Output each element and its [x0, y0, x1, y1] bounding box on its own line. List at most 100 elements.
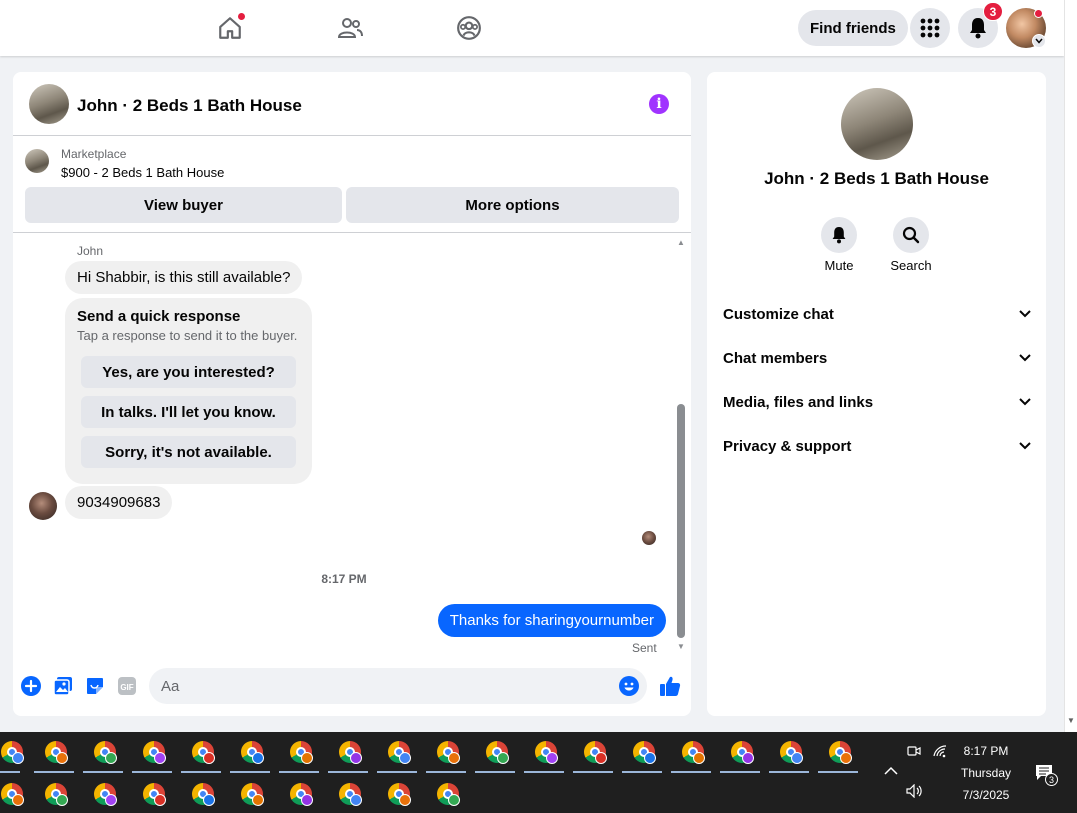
- taskbar-chrome-profile-icon[interactable]: [93, 782, 117, 806]
- chevron-down-icon: [1019, 442, 1031, 450]
- taskbar-chrome-profile-icon[interactable]: [387, 740, 411, 764]
- taskbar-chrome-profile-icon[interactable]: [583, 740, 607, 764]
- top-navigation-bar: Find friends 3: [0, 0, 1064, 56]
- account-chevron-icon[interactable]: [1032, 34, 1046, 48]
- taskbar-chrome-profile-icon[interactable]: [289, 740, 313, 764]
- taskbar-running-indicator: [181, 771, 221, 773]
- chat-title[interactable]: John · 2 Beds 1 Bath House: [77, 96, 302, 116]
- search-icon: [893, 217, 929, 253]
- taskbar-chrome-profile-icon[interactable]: [93, 740, 117, 764]
- quick-response-yes-button[interactable]: Yes, are you interested?: [81, 356, 296, 388]
- customize-chat-section[interactable]: Customize chat: [723, 300, 1031, 328]
- tray-overflow-chevron-icon[interactable]: [884, 762, 898, 780]
- taskbar-chrome-profile-icon[interactable]: [828, 740, 852, 764]
- read-receipt-avatar: [642, 531, 656, 545]
- taskbar-chrome-profile-icon[interactable]: [730, 740, 754, 764]
- taskbar-chrome-profile-icon[interactable]: [142, 782, 166, 806]
- view-buyer-button[interactable]: View buyer: [25, 187, 342, 223]
- camera-icon[interactable]: [907, 744, 921, 763]
- outgoing-message: Thanks for sharingyournumber: [437, 604, 666, 637]
- taskbar-running-indicator: [818, 771, 858, 773]
- photo-icon[interactable]: [53, 676, 73, 696]
- window-scroll-down-icon[interactable]: ▼: [1067, 716, 1075, 725]
- taskbar-chrome-profile-icon[interactable]: [240, 782, 264, 806]
- taskbar-running-indicator: [0, 771, 20, 773]
- taskbar-chrome-profile-icon[interactable]: [779, 740, 803, 764]
- taskbar-running-indicator: [83, 771, 123, 773]
- chat-avatar[interactable]: [29, 84, 69, 124]
- taskbar-running-indicator: [328, 771, 368, 773]
- quick-response-in-talks-button[interactable]: In talks. I'll let you know.: [81, 396, 296, 428]
- clock-day[interactable]: Thursday: [955, 766, 1017, 780]
- taskbar-chrome-profile-icon[interactable]: [436, 740, 460, 764]
- taskbar-chrome-profile-icon[interactable]: [0, 740, 24, 764]
- groups-icon[interactable]: [455, 14, 483, 42]
- notification-center-icon[interactable]: 3: [1035, 764, 1058, 787]
- clock-time[interactable]: 8:17 PM: [955, 744, 1017, 758]
- taskbar-chrome-profile-icon[interactable]: [387, 782, 411, 806]
- taskbar-chrome-profile-icon[interactable]: [240, 740, 264, 764]
- taskbar-chrome-profile-icon[interactable]: [44, 782, 68, 806]
- svg-text:GIF: GIF: [120, 683, 133, 692]
- taskbar-chrome-profile-icon[interactable]: [338, 740, 362, 764]
- taskbar-chrome-profile-icon[interactable]: [0, 782, 24, 806]
- taskbar-running-indicator: [426, 771, 466, 773]
- sender-avatar[interactable]: [29, 492, 57, 520]
- home-icon[interactable]: [216, 12, 246, 42]
- message-input[interactable]: [149, 668, 647, 704]
- marketplace-label: Marketplace: [61, 147, 127, 161]
- taskbar-chrome-profile-icon[interactable]: [191, 740, 215, 764]
- taskbar-running-indicator: [377, 771, 417, 773]
- scroll-up-icon[interactable]: ▲: [677, 238, 685, 247]
- taskbar-running-indicator: [769, 771, 809, 773]
- emoji-icon[interactable]: [619, 676, 639, 696]
- media-files-links-section[interactable]: Media, files and links: [723, 388, 1031, 416]
- find-friends-button[interactable]: Find friends: [798, 10, 908, 46]
- plus-icon[interactable]: [21, 676, 41, 696]
- taskbar-chrome-profile-icon[interactable]: [681, 740, 705, 764]
- taskbar-chrome-profile-icon[interactable]: [191, 782, 215, 806]
- taskbar-chrome-profile-icon[interactable]: [142, 740, 166, 764]
- taskbar: 8:17 PM Thursday 7/3/2025 3: [0, 732, 1077, 813]
- taskbar-chrome-profile-icon[interactable]: [485, 740, 509, 764]
- privacy-support-section[interactable]: Privacy & support: [723, 432, 1031, 460]
- like-icon[interactable]: [658, 674, 682, 698]
- friends-icon[interactable]: [336, 14, 364, 42]
- taskbar-chrome-profile-icon[interactable]: [44, 740, 68, 764]
- chevron-down-icon: [1019, 398, 1031, 406]
- incoming-number-message: 9034909683: [65, 486, 173, 519]
- taskbar-chrome-profile-icon[interactable]: [289, 782, 313, 806]
- volume-icon[interactable]: [906, 783, 924, 803]
- account-notification-dot: [1034, 9, 1043, 18]
- section-label: Customize chat: [723, 305, 834, 323]
- taskbar-chrome-profile-icon[interactable]: [436, 782, 460, 806]
- sent-status: Sent: [632, 641, 657, 655]
- home-notification-dot: [237, 12, 246, 21]
- info-icon[interactable]: i: [649, 94, 669, 114]
- taskbar-running-indicator: [573, 771, 613, 773]
- more-options-button[interactable]: More options: [346, 187, 679, 223]
- menu-grid-button[interactable]: [910, 8, 950, 48]
- sticker-icon[interactable]: [85, 676, 105, 696]
- taskbar-chrome-profile-icon[interactable]: [534, 740, 558, 764]
- wifi-icon[interactable]: [932, 744, 948, 763]
- clock-date[interactable]: 7/3/2025: [955, 788, 1017, 802]
- taskbar-running-indicator: [230, 771, 270, 773]
- incoming-message: Hi Shabbir, is this still available?: [65, 261, 303, 294]
- chat-scrollbar-thumb[interactable]: [677, 404, 685, 638]
- quick-response-not-available-button[interactable]: Sorry, it's not available.: [81, 436, 296, 468]
- taskbar-chrome-profile-icon[interactable]: [632, 740, 656, 764]
- conversation-info-panel: John · 2 Beds 1 Bath House Mute Search C…: [707, 72, 1046, 716]
- taskbar-running-indicator: [524, 771, 564, 773]
- listing-thumbnail: [25, 149, 49, 173]
- scroll-down-icon[interactable]: ▼: [677, 642, 685, 651]
- conversation-avatar[interactable]: [841, 88, 913, 160]
- window-scrollbar[interactable]: ▼: [1064, 0, 1077, 732]
- search-button[interactable]: Search: [881, 217, 941, 273]
- mute-button[interactable]: Mute: [809, 217, 869, 273]
- gif-icon[interactable]: GIF: [117, 676, 137, 696]
- quick-response-card: Send a quick response Tap a response to …: [65, 298, 312, 484]
- taskbar-chrome-profile-icon[interactable]: [338, 782, 362, 806]
- chat-members-section[interactable]: Chat members: [723, 344, 1031, 372]
- search-label: Search: [890, 258, 932, 273]
